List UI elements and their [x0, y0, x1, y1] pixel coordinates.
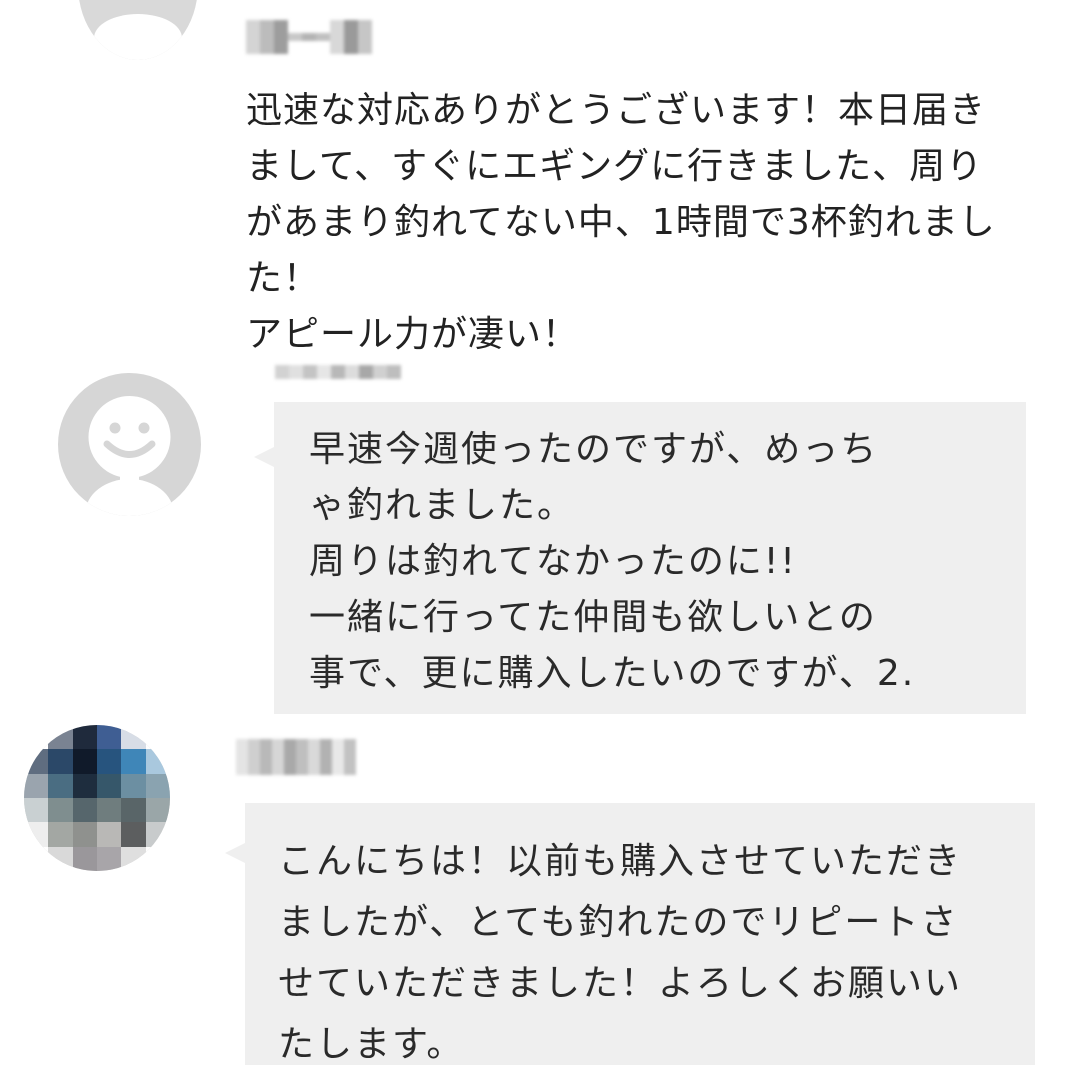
comment-text-line: 周りは釣れてなかったのに!! [309, 541, 797, 582]
comment-text-line: た！ [246, 258, 321, 299]
comment-text-line: アピール力が凄い！ [246, 314, 580, 355]
avatar[interactable] [24, 725, 170, 871]
comment-text-line: 事で、更に購入したいのですが、2. [309, 653, 916, 694]
person-icon [94, 14, 182, 60]
comment-text-line: 迅速な対応ありがとうございます！本日届き [246, 90, 987, 131]
comment-text-line: こんにちは！以前も購入させていただき [278, 841, 963, 882]
author-name-redacted[interactable] [275, 365, 401, 379]
pixelated-photo [24, 725, 170, 871]
comment-bubble: こんにちは！以前も購入させていただき ましたが、とても釣れたのでリピートさ せて… [225, 803, 1035, 1065]
author-name-redacted[interactable] [246, 20, 372, 54]
smiley-person-icon [85, 396, 174, 516]
comment-text-line: 一緒に行ってた仲間も欲しいとの [309, 597, 877, 638]
comment-text-line: まして、すぐにエギングに行きました、周り [246, 146, 984, 187]
comment-text-line: があまり釣れてない中、1時間で3杯釣れまし [246, 202, 996, 243]
comment-text-line: たします。 [278, 1024, 465, 1065]
comment-text-line: 早速今週使ったのですが、めっち [309, 429, 879, 470]
avatar[interactable] [58, 373, 201, 516]
comment-text-line: ましたが、とても釣れたのでリピートさ [278, 902, 959, 943]
comment-bubble: 早速今週使ったのですが、めっち ゃ釣れました。 周りは釣れてなかったのに!! 一… [254, 402, 1026, 714]
comment-text: 迅速な対応ありがとうございます！本日届き まして、すぐにエギングに行きました、周… [246, 83, 1046, 363]
comment-text: 早速今週使ったのですが、めっち ゃ釣れました。 周りは釣れてなかったのに!! 一… [309, 422, 915, 702]
comment-text-line: ゃ釣れました。 [309, 485, 576, 526]
comment-text: こんにちは！以前も購入させていただき ましたが、とても釣れたのでリピートさ せて… [278, 831, 962, 1075]
comment-thread: 迅速な対応ありがとうございます！本日届き まして、すぐにエギングに行きました、周… [0, 0, 1080, 1080]
comment-text-line: せていただきました！よろしくお願いい [278, 963, 963, 1004]
avatar[interactable] [78, 0, 198, 60]
author-name-redacted[interactable] [236, 739, 356, 775]
